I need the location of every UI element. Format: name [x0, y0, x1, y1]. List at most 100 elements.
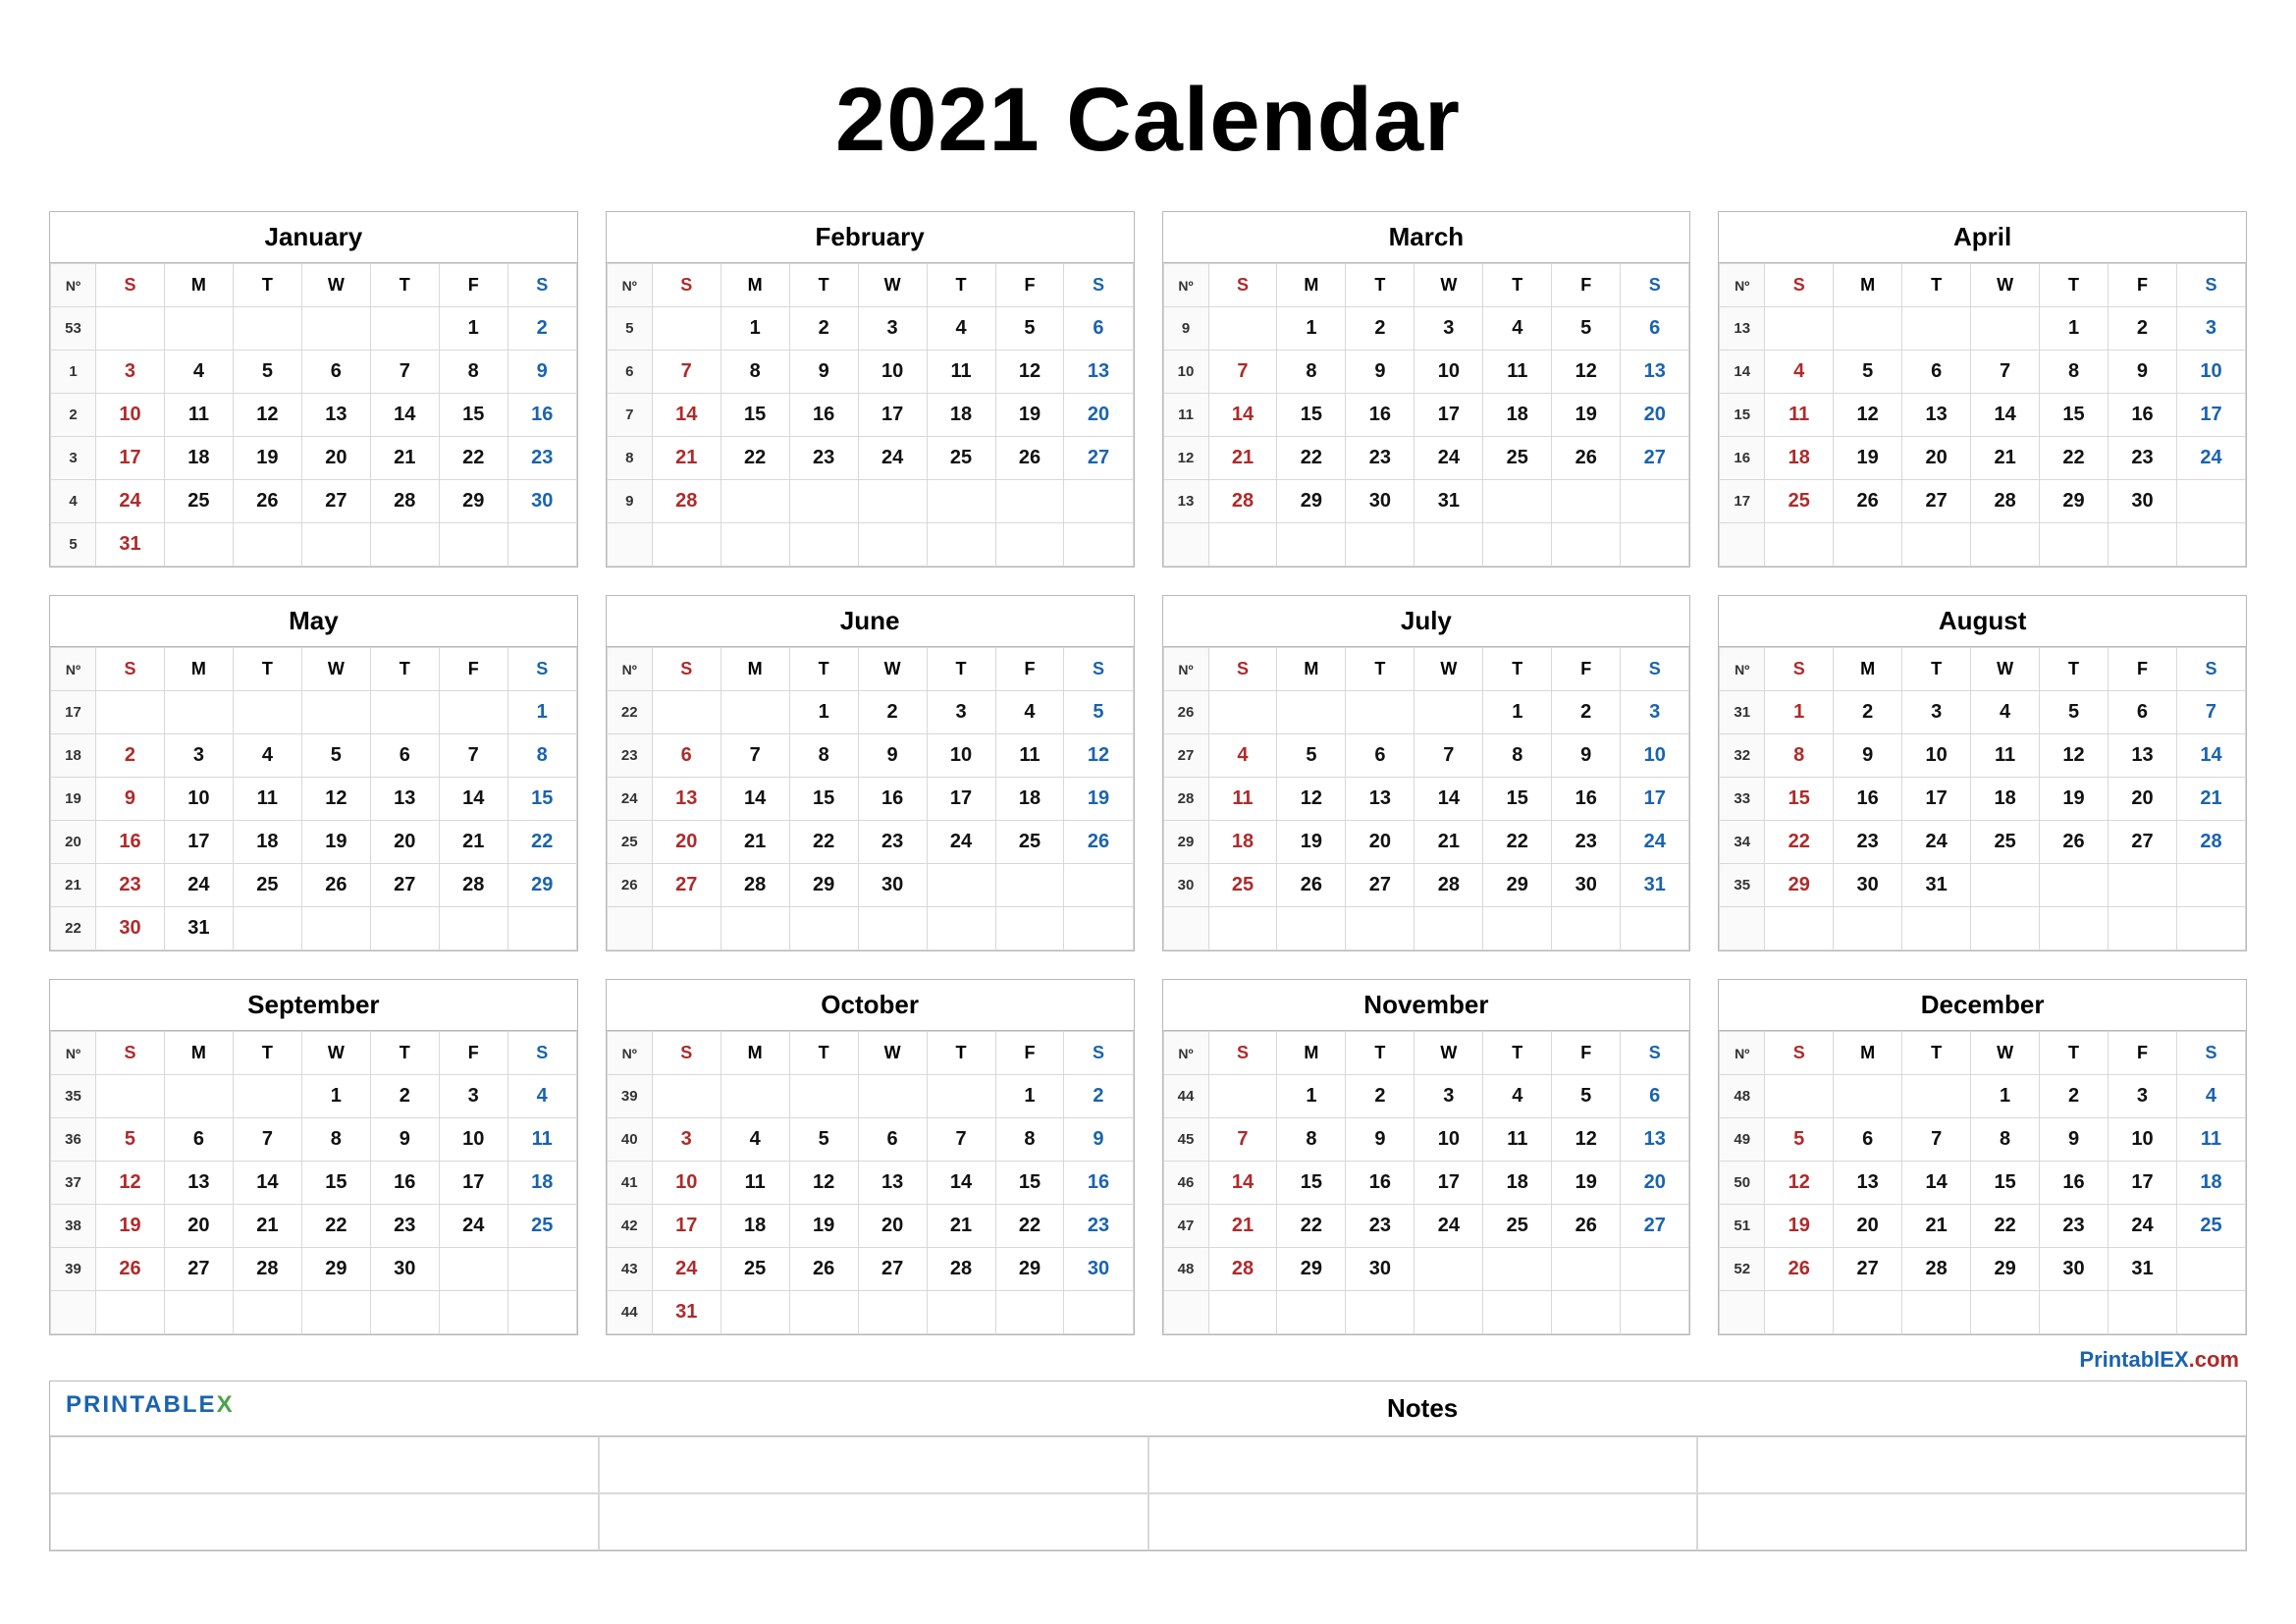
day-cell: 14 [1971, 394, 2040, 437]
day-cell: 9 [507, 351, 576, 394]
day-header: T [927, 264, 995, 307]
day-cell [1064, 864, 1133, 907]
day-cell: 4 [233, 734, 301, 778]
day-cell: 19 [1765, 1205, 1834, 1248]
day-cell: 28 [2176, 821, 2245, 864]
day-cell: 23 [1552, 821, 1621, 864]
day-cell [927, 907, 995, 950]
week-number: 45 [1163, 1118, 1208, 1162]
day-cell: 27 [652, 864, 721, 907]
day-cell: 3 [2176, 307, 2245, 351]
week-number: 24 [607, 778, 652, 821]
day-cell [301, 907, 370, 950]
day-cell: 7 [652, 351, 721, 394]
day-header: T [789, 648, 858, 691]
day-cell: 15 [1971, 1162, 2040, 1205]
day-cell: 2 [1834, 691, 1902, 734]
month-table: NºSMTWTFS9123456107891011121311141516171… [1163, 263, 1690, 567]
day-cell: 25 [995, 821, 1064, 864]
day-cell [1208, 691, 1277, 734]
day-cell: 22 [301, 1205, 370, 1248]
week-number: 9 [1163, 307, 1208, 351]
month-name: May [50, 596, 577, 647]
day-cell [2176, 907, 2245, 950]
day-cell: 24 [96, 480, 165, 523]
day-cell [1483, 480, 1552, 523]
day-cell: 9 [2109, 351, 2177, 394]
day-cell: 12 [1552, 1118, 1621, 1162]
day-cell: 28 [721, 864, 789, 907]
day-cell: 20 [301, 437, 370, 480]
month-name: January [50, 212, 577, 263]
month-name: December [1719, 980, 2246, 1031]
week-number: 3 [51, 437, 96, 480]
day-cell: 11 [1483, 1118, 1552, 1162]
day-cell [164, 1075, 233, 1118]
logo-x: X [217, 1391, 235, 1418]
day-cell: 30 [2040, 1248, 2109, 1291]
day-header: S [1621, 648, 1689, 691]
week-number: 9 [607, 480, 652, 523]
day-cell [1765, 1291, 1834, 1334]
day-cell: 12 [789, 1162, 858, 1205]
day-cell: 14 [1208, 394, 1277, 437]
day-cell [1902, 523, 1971, 567]
day-header: S [507, 1032, 576, 1075]
day-cell: 26 [1064, 821, 1133, 864]
day-cell [1277, 907, 1346, 950]
day-cell: 17 [2176, 394, 2245, 437]
day-header: T [370, 264, 439, 307]
day-cell: 21 [1415, 821, 1483, 864]
day-cell: 25 [1208, 864, 1277, 907]
day-cell [370, 691, 439, 734]
day-header: S [2176, 264, 2245, 307]
day-cell: 10 [439, 1118, 507, 1162]
notes-title: Notes [599, 1381, 2246, 1435]
month-july: JulyNºSMTWTFS261232745678910281112131415… [1162, 595, 1691, 951]
week-number: 30 [1163, 864, 1208, 907]
week-number-header: Nº [1163, 1032, 1208, 1075]
day-cell: 5 [233, 351, 301, 394]
week-number [1720, 1291, 1765, 1334]
day-cell: 11 [233, 778, 301, 821]
day-cell: 1 [1971, 1075, 2040, 1118]
day-header: F [1552, 264, 1621, 307]
notes-grid [50, 1436, 2246, 1550]
week-number: 11 [1163, 394, 1208, 437]
day-header: F [439, 264, 507, 307]
day-cell: 26 [789, 1248, 858, 1291]
day-cell: 25 [164, 480, 233, 523]
day-header: W [858, 264, 927, 307]
day-cell: 24 [164, 864, 233, 907]
day-cell: 1 [995, 1075, 1064, 1118]
day-cell [507, 1248, 576, 1291]
day-cell: 18 [721, 1205, 789, 1248]
day-cell: 4 [1765, 351, 1834, 394]
day-header: F [1552, 1032, 1621, 1075]
day-cell: 2 [1064, 1075, 1133, 1118]
week-number: 31 [1720, 691, 1765, 734]
day-cell [164, 1291, 233, 1334]
day-cell: 26 [301, 864, 370, 907]
day-cell: 5 [1552, 1075, 1621, 1118]
month-name: November [1163, 980, 1690, 1031]
month-table: NºSMTWTFS3512343656789101137121314151617… [50, 1031, 577, 1334]
day-cell [1277, 691, 1346, 734]
day-cell: 17 [652, 1205, 721, 1248]
day-cell: 28 [439, 864, 507, 907]
day-cell [652, 523, 721, 567]
day-cell: 21 [439, 821, 507, 864]
day-cell: 20 [652, 821, 721, 864]
month-name: March [1163, 212, 1690, 263]
day-cell: 20 [858, 1205, 927, 1248]
day-cell [1415, 1291, 1483, 1334]
day-cell: 18 [1483, 1162, 1552, 1205]
day-cell [1902, 307, 1971, 351]
day-cell: 20 [164, 1205, 233, 1248]
day-cell [370, 1291, 439, 1334]
day-cell: 31 [164, 907, 233, 950]
day-cell: 9 [370, 1118, 439, 1162]
day-cell: 30 [1552, 864, 1621, 907]
day-cell [1765, 523, 1834, 567]
logo-text: PRINTABLE [66, 1391, 217, 1418]
